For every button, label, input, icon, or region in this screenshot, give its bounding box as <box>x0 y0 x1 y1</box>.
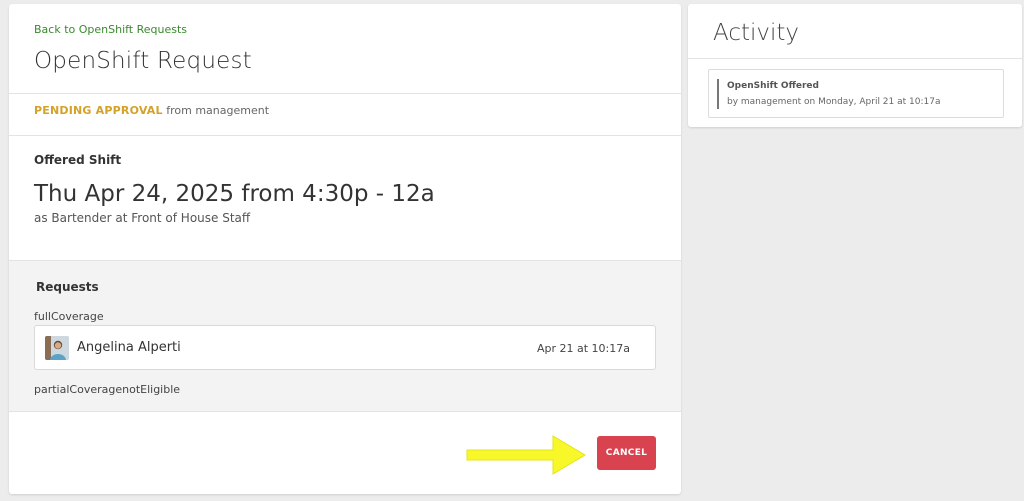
openshift-request-card: Back to OpenShift Requests OpenShift Req… <box>9 4 681 494</box>
activity-title: Activity <box>713 20 800 46</box>
cancel-button[interactable]: CANCEL <box>597 436 656 470</box>
activity-item: OpenShift Offered by management on Monda… <box>708 69 1004 118</box>
activity-marker <box>717 79 719 109</box>
request-row[interactable]: Angelina Alperti Apr 21 at 10:17a <box>34 325 656 370</box>
shift-time: Thu Apr 24, 2025 from 4:30p - 12a <box>34 181 435 207</box>
requests-title: Requests <box>36 280 99 294</box>
divider <box>9 93 681 94</box>
arrow-annotation-icon <box>466 435 586 475</box>
activity-item-detail: by management on Monday, April 21 at 10:… <box>727 97 941 107</box>
activity-item-title: OpenShift Offered <box>727 81 819 91</box>
back-to-requests-link[interactable]: Back to OpenShift Requests <box>34 23 187 36</box>
page-title: OpenShift Request <box>34 48 252 74</box>
activity-card: Activity OpenShift Offered by management… <box>688 4 1022 127</box>
person-avatar-icon <box>45 336 69 360</box>
status-line: PENDING APPROVAL from management <box>34 104 269 117</box>
requester-name: Angelina Alperti <box>77 340 181 355</box>
divider <box>688 58 1022 59</box>
offered-shift-label: Offered Shift <box>34 153 122 167</box>
full-coverage-label: fullCoverage <box>34 310 104 323</box>
shift-role: as Bartender at Front of House Staff <box>34 211 251 225</box>
request-time: Apr 21 at 10:17a <box>536 342 630 355</box>
requests-panel: Requests fullCoverage Angelina Alperti A… <box>9 260 681 412</box>
status-detail: from management <box>166 104 270 117</box>
status-badge: PENDING APPROVAL <box>34 104 163 117</box>
divider <box>9 135 681 136</box>
partial-coverage-label: partialCoveragenotEligible <box>34 383 181 396</box>
